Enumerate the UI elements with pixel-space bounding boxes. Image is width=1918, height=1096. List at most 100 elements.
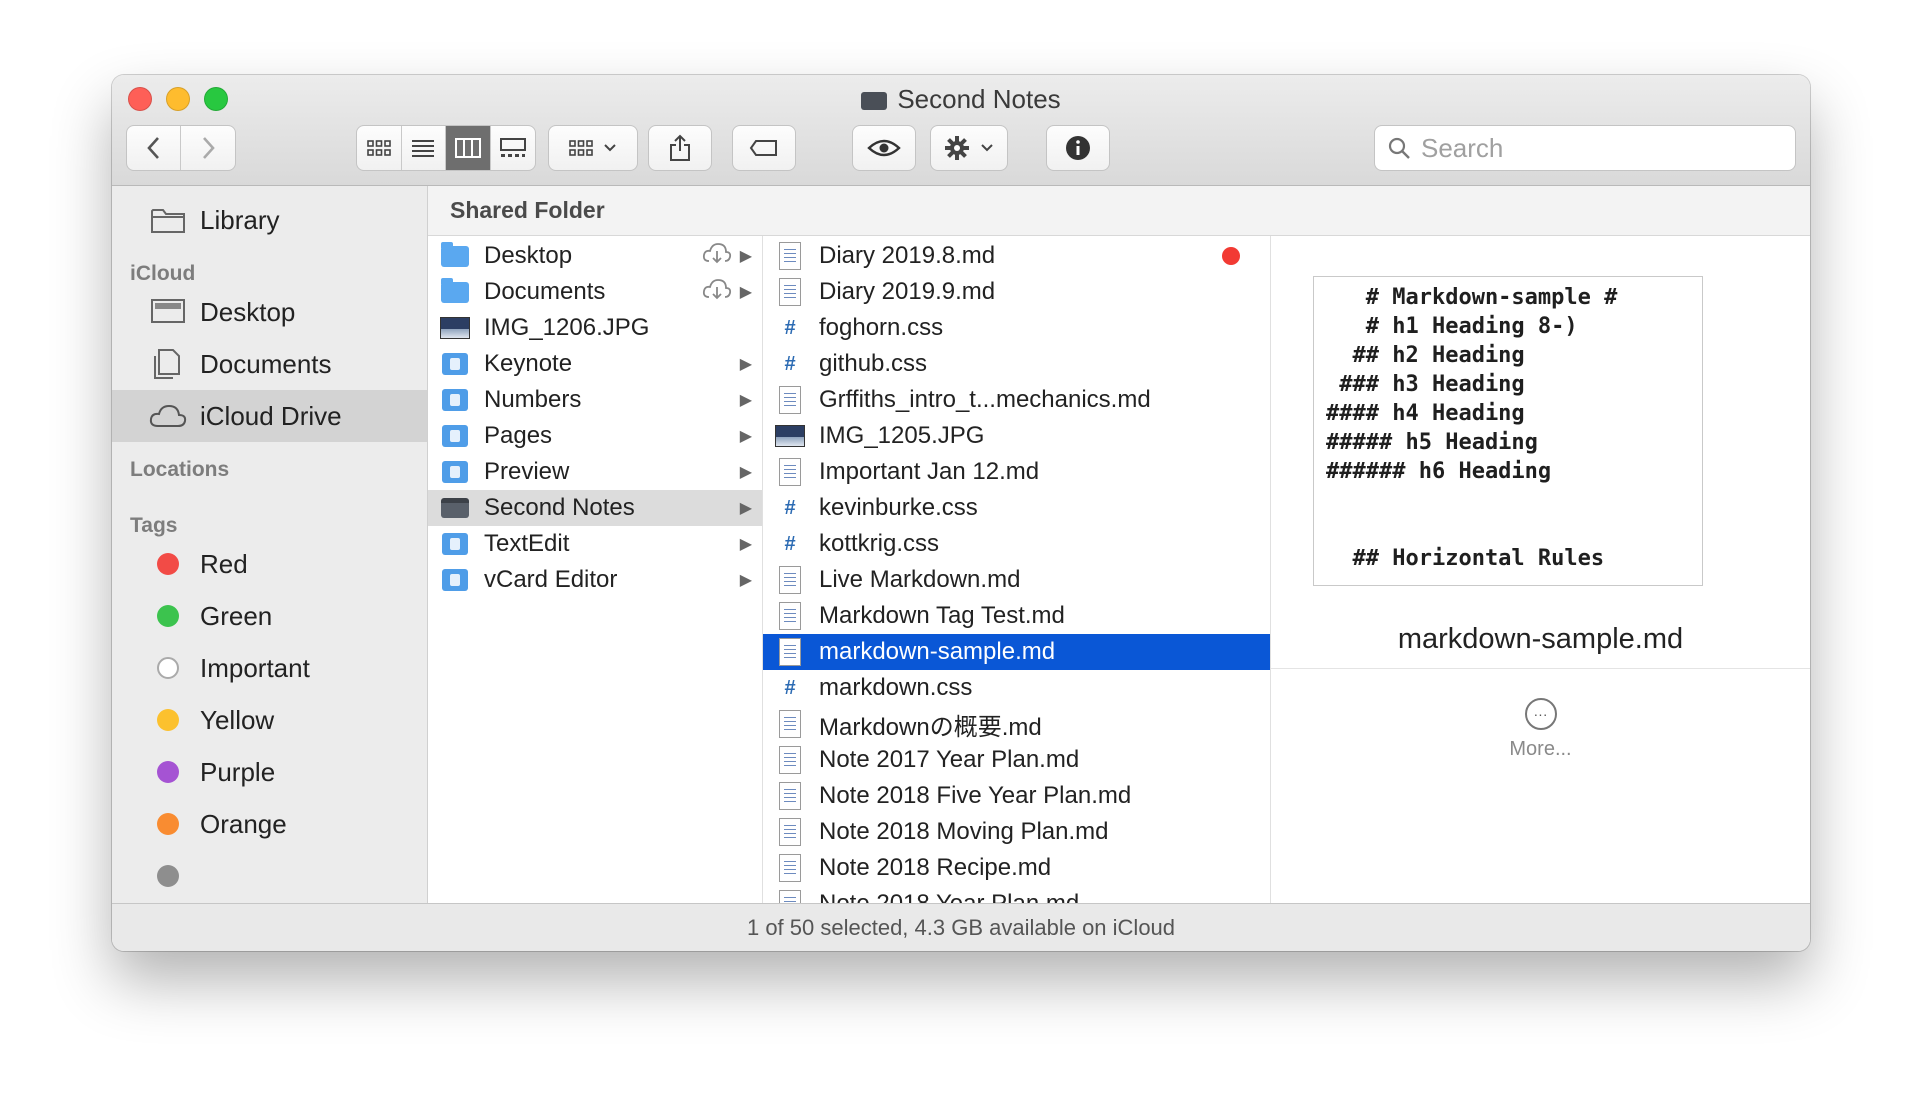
list-item[interactable]: Note 2018 Five Year Plan.md	[763, 778, 1270, 814]
list-item-label: Documents	[484, 278, 606, 305]
quick-look-button[interactable]	[852, 125, 916, 171]
preview-divider	[1271, 668, 1810, 669]
list-item[interactable]: Note 2018 Recipe.md	[763, 850, 1270, 886]
cloud-download-icon[interactable]	[702, 278, 732, 307]
tag-label: Purple	[200, 756, 276, 787]
sidebar-tag-orange[interactable]: Orange	[112, 798, 427, 850]
chevron-down-icon	[981, 144, 993, 152]
sidebar-item-library[interactable]: Library	[112, 194, 427, 246]
doc-icon	[775, 602, 805, 630]
list-item[interactable]: Note 2018 Moving Plan.md	[763, 814, 1270, 850]
sidebar-item-icloud-drive[interactable]: iCloud Drive	[112, 390, 427, 442]
list-item[interactable]: Note 2017 Year Plan.md	[763, 742, 1270, 778]
gear-icon	[945, 136, 969, 160]
search-input[interactable]	[1421, 132, 1781, 164]
list-item[interactable]: vCard Editor ▶	[428, 562, 762, 598]
share-button[interactable]	[648, 125, 712, 171]
preview-thumbnail[interactable]: # Markdown-sample # # h1 Heading 8-) ## …	[1313, 276, 1703, 586]
path-header: Shared Folder	[428, 186, 1810, 236]
group-by-button[interactable]	[548, 125, 638, 171]
list-item-label: Grffiths_intro_t...mechanics.md	[819, 386, 1151, 413]
sidebar-item-desktop[interactable]: Desktop	[112, 286, 427, 338]
list-item[interactable]: # markdown.css	[763, 670, 1270, 706]
sidebar-tag-yellow[interactable]: Yellow	[112, 694, 427, 746]
preview-line: ## h2 Heading	[1326, 343, 1525, 368]
sidebar-tag-partial[interactable]	[112, 850, 427, 902]
list-item[interactable]: TextEdit ▶	[428, 526, 762, 562]
chevron-down-icon	[604, 144, 616, 152]
forward-button[interactable]	[181, 126, 235, 170]
list-view-button[interactable]	[402, 126, 446, 170]
sidebar-tag-important[interactable]: Important	[112, 642, 427, 694]
doc-icon	[775, 638, 805, 666]
action-menu-button[interactable]	[930, 125, 1008, 171]
list-item-label: Pages	[484, 422, 553, 449]
list-item-label: Markdown Tag Test.md	[819, 602, 1065, 629]
list-item[interactable]: Diary 2019.9.md	[763, 274, 1270, 310]
edit-tags-button[interactable]	[732, 125, 796, 171]
tag-label: Yellow	[200, 704, 275, 735]
list-item[interactable]: Desktop ▶	[428, 238, 762, 274]
sidebar-item-documents[interactable]: Documents	[112, 338, 427, 390]
icon-view-button[interactable]	[357, 126, 402, 170]
green-tag-dot	[157, 605, 179, 627]
list-item[interactable]: Important Jan 12.md	[763, 454, 1270, 490]
get-info-button[interactable]	[1046, 125, 1110, 171]
desktop-icon	[148, 298, 188, 326]
back-button[interactable]	[127, 126, 182, 170]
list-item[interactable]: IMG_1206.JPG	[428, 310, 762, 346]
doc-icon	[775, 710, 805, 738]
list-item[interactable]: Pages ▶	[428, 418, 762, 454]
list-item[interactable]: # kottkrig.css	[763, 526, 1270, 562]
tag-label: Green	[200, 600, 273, 631]
doc-icon	[775, 278, 805, 306]
gallery-view-button[interactable]	[491, 126, 535, 170]
sidebar-tag-purple[interactable]: Purple	[112, 746, 427, 798]
list-item[interactable]: Live Markdown.md	[763, 562, 1270, 598]
doc-icon	[775, 854, 805, 882]
list-item[interactable]: # foghorn.css	[763, 310, 1270, 346]
list-item[interactable]: Documents ▶	[428, 274, 762, 310]
list-item-label: github.css	[819, 350, 928, 377]
list-item[interactable]: markdown-sample.md	[763, 634, 1270, 670]
list-item[interactable]: # kevinburke.css	[763, 490, 1270, 526]
sidebar-item-label: Desktop	[200, 296, 296, 327]
list-item[interactable]: Numbers ▶	[428, 382, 762, 418]
list-item[interactable]: Note 2018 Year Plan.md	[763, 886, 1270, 903]
doc-icon	[775, 782, 805, 810]
doc-icon	[775, 242, 805, 270]
folder-icon	[148, 206, 188, 234]
list-item[interactable]: Markdownの概要.md	[763, 706, 1270, 742]
disclosure-arrow-icon: ▶	[739, 536, 752, 553]
list-item[interactable]: Markdown Tag Test.md	[763, 598, 1270, 634]
sidebar-tag-green[interactable]: Green	[112, 590, 427, 642]
doc-icon	[775, 746, 805, 774]
preview-line: ### h3 Heading	[1326, 372, 1525, 397]
list-item-label: markdown.css	[819, 674, 973, 701]
grid-icon	[366, 140, 391, 156]
css-icon: #	[784, 316, 796, 339]
list-item-label: Numbers	[484, 386, 582, 413]
title-toolbar: Second Notes	[112, 75, 1810, 186]
list-item[interactable]: # github.css	[763, 346, 1270, 382]
more-button[interactable]: ··· More...	[1271, 698, 1810, 761]
sidebar-tag-red[interactable]: Red	[112, 538, 427, 590]
disclosure-arrow-icon: ▶	[739, 572, 752, 589]
disclosure-arrow-icon: ▶	[739, 248, 752, 265]
sidebar-item-label: Library	[200, 204, 280, 235]
list-item[interactable]: IMG_1205.JPG	[763, 418, 1270, 454]
column-view-button[interactable]	[446, 126, 491, 170]
search-field[interactable]	[1374, 125, 1796, 171]
doc-icon	[775, 458, 805, 486]
sidebar-item-label: Documents	[200, 348, 332, 379]
css-icon: #	[784, 532, 796, 555]
app-folder-icon	[440, 530, 470, 558]
list-item[interactable]: Keynote ▶	[428, 346, 762, 382]
eye-icon	[867, 139, 901, 157]
list-item[interactable]: Preview ▶	[428, 454, 762, 490]
list-item[interactable]: Grffiths_intro_t...mechanics.md	[763, 382, 1270, 418]
cloud-download-icon[interactable]	[702, 242, 732, 271]
list-item[interactable]: Diary 2019.8.md	[763, 238, 1270, 274]
list-item[interactable]: Second Notes ▶	[428, 490, 762, 526]
tags-section-header: Tags	[130, 514, 178, 537]
